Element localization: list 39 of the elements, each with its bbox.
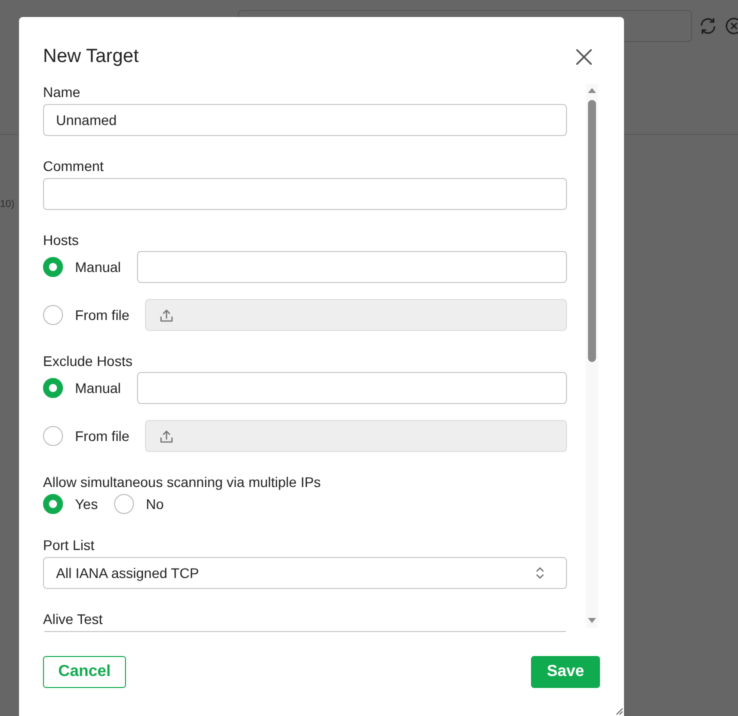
- select-field[interactable]: All IANA assigned TCP: [43, 557, 567, 589]
- radio-button[interactable]: [114, 494, 134, 514]
- radio-button[interactable]: [43, 426, 63, 446]
- field-label: Alive Test: [43, 611, 104, 628]
- file-upload-field[interactable]: [145, 299, 567, 331]
- close-icon[interactable]: [576, 49, 592, 65]
- scroll-up-icon[interactable]: [588, 88, 596, 93]
- text-field[interactable]: [136, 251, 567, 283]
- field-label: Port List: [43, 537, 96, 554]
- upload-icon: [160, 308, 174, 322]
- option-label[interactable]: From file: [75, 428, 130, 444]
- field-label: Allow simultaneous scanning via multiple IPs: [43, 474, 322, 491]
- scrollbar-thumb[interactable]: [588, 100, 596, 362]
- field-label: Comment: [43, 158, 105, 175]
- refresh-icon[interactable]: [699, 17, 717, 35]
- option-label[interactable]: Manual: [75, 380, 121, 396]
- radio-button[interactable]: [43, 378, 63, 398]
- option-label[interactable]: From file: [75, 306, 130, 324]
- background-text: 10): [0, 199, 16, 211]
- up-down-chevron-icon: [536, 567, 544, 579]
- scroll-down-icon[interactable]: [588, 618, 596, 623]
- resize-grip-icon[interactable]: [616, 708, 623, 715]
- dialog-title: New Target: [43, 45, 139, 69]
- text-field[interactable]: Unnamed: [43, 104, 567, 136]
- field-label: Hosts: [43, 232, 80, 249]
- radio-button[interactable]: [43, 257, 63, 277]
- field-label: Exclude Hosts: [43, 353, 134, 370]
- scrollbar-track[interactable]: [586, 84, 598, 628]
- text-field[interactable]: [136, 372, 567, 404]
- file-upload-field[interactable]: [145, 420, 567, 452]
- clear-icon[interactable]: [725, 17, 738, 35]
- option-label[interactable]: No: [146, 496, 164, 512]
- radio-button[interactable]: [43, 494, 63, 514]
- radio-button[interactable]: [43, 305, 63, 325]
- upload-icon: [160, 430, 174, 442]
- text-field[interactable]: [43, 178, 567, 210]
- option-label[interactable]: Yes: [75, 496, 98, 512]
- option-label[interactable]: Manual: [75, 258, 121, 276]
- field-label: Name: [43, 84, 82, 101]
